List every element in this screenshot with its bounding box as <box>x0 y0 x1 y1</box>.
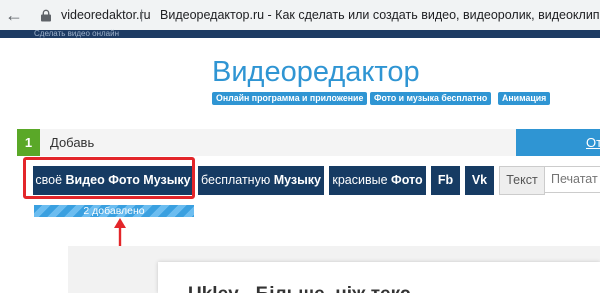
content-card: Ukley - Більше, ніж текс <box>158 262 600 293</box>
lock-icon <box>41 9 51 22</box>
url-domain[interactable]: videoredaktor.ru <box>61 8 151 22</box>
page-title[interactable]: Видеоредактор.ru - Как сделать или созда… <box>160 8 600 22</box>
site-top-strip-text: Сделать видео онлайн <box>34 29 120 38</box>
button-bold-label: Fb <box>437 173 454 187</box>
progress-label: 2 добавлено <box>83 205 145 217</box>
badge-photo-music[interactable]: Фото и музыка бесплатно <box>370 92 492 105</box>
card-heading: Ukley - Більше, ніж текс <box>188 284 410 293</box>
step-number: 1 <box>17 129 40 156</box>
badge-animation[interactable]: Анимация <box>498 92 551 105</box>
facebook-button[interactable]: Fb <box>431 166 460 195</box>
button-prefix: красивые <box>332 173 392 187</box>
button-bold-label: Vk <box>471 173 488 187</box>
button-bold-label: Музыку <box>273 173 321 187</box>
url-separator: | <box>140 8 144 22</box>
beautiful-photo-button[interactable]: красивые Фото <box>329 166 426 195</box>
text-field-label: Текст <box>499 166 545 195</box>
free-music-button[interactable]: бесплатную Музыку <box>198 166 324 195</box>
vk-button[interactable]: Vk <box>465 166 494 195</box>
step-bar <box>17 129 600 156</box>
highlight-frame <box>23 157 195 199</box>
button-bold-label: Фото <box>391 173 423 187</box>
back-arrow-icon[interactable]: ← <box>4 5 24 25</box>
step-next-link[interactable]: От <box>586 135 600 150</box>
step-label: Добавь <box>50 135 95 150</box>
text-input[interactable] <box>544 166 600 193</box>
badge-online-program[interactable]: Онлайн программа и приложение <box>212 92 368 105</box>
site-logo[interactable]: Видеоредактор <box>212 56 420 89</box>
button-prefix: бесплатную <box>201 173 274 187</box>
